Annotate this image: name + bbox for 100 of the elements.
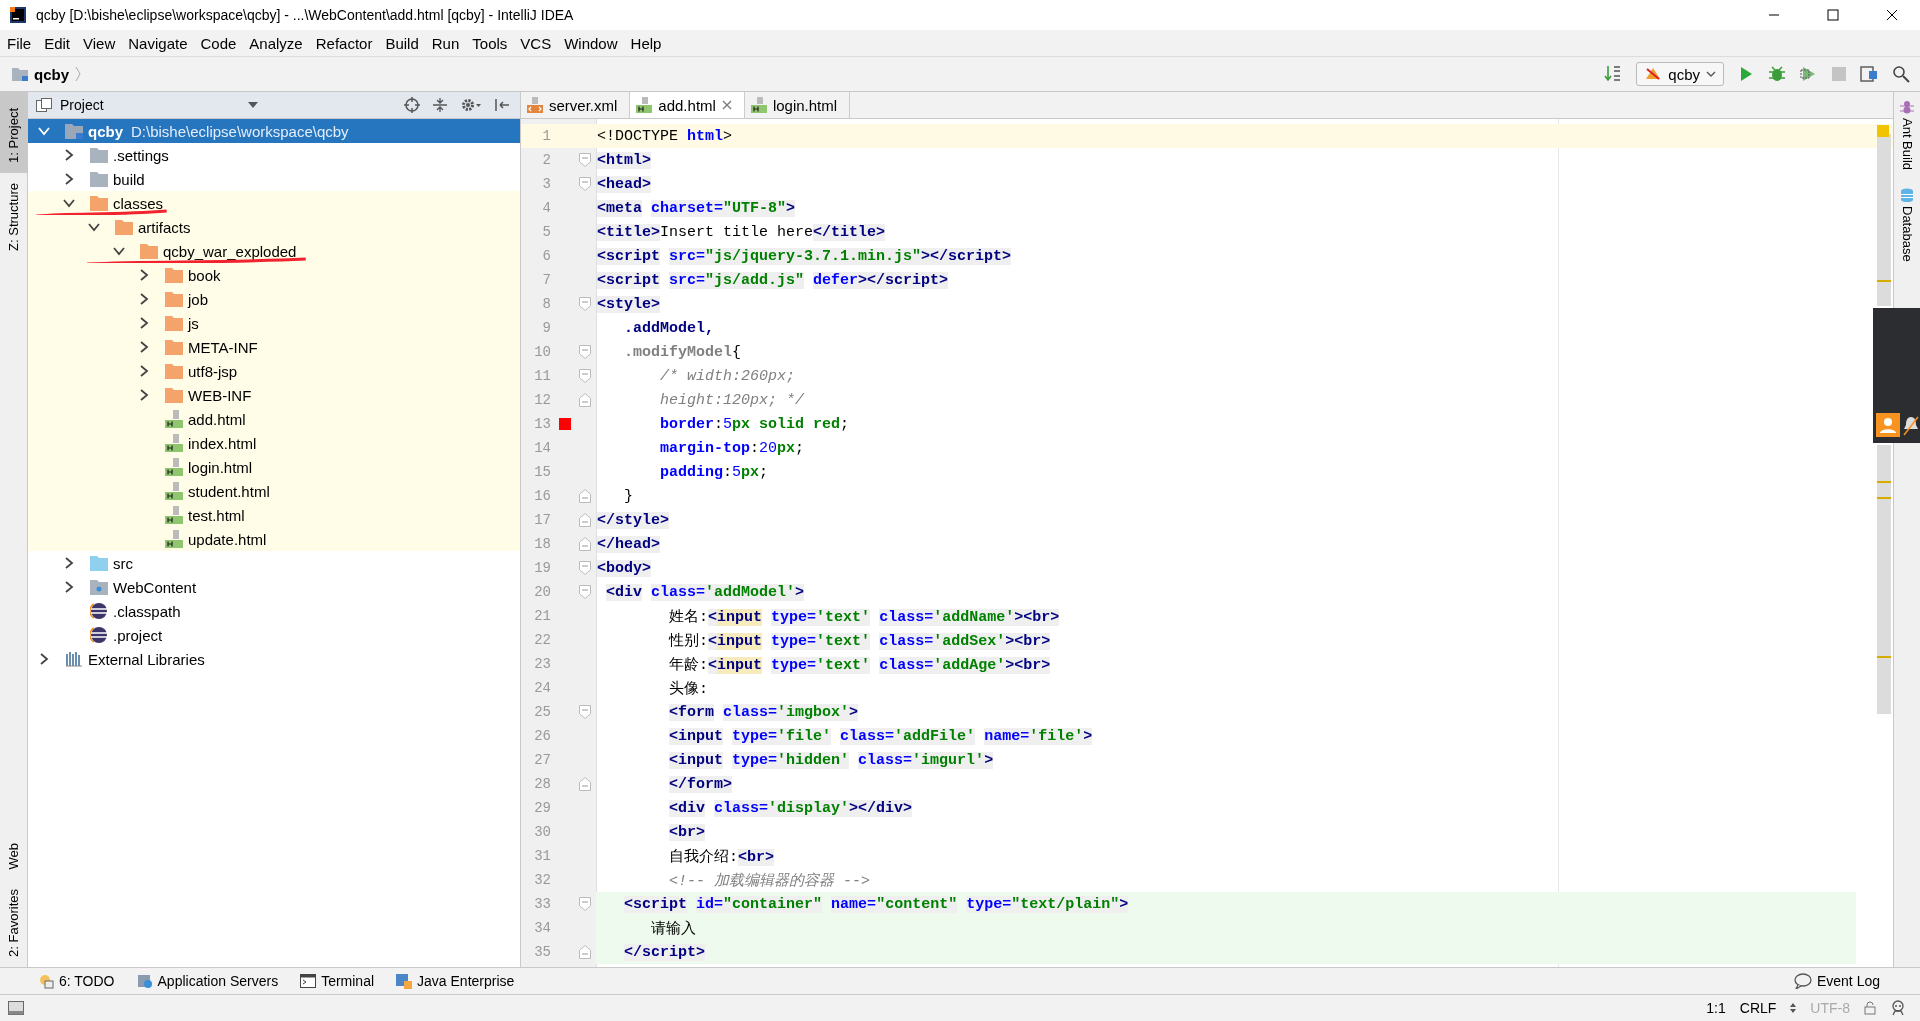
tool-window-tab[interactable]: Web (0, 832, 27, 880)
menu-item[interactable]: VCS (513, 34, 558, 52)
tree-item[interactable]: build (28, 167, 520, 191)
tree-item[interactable]: login.html (28, 455, 520, 479)
tree-item[interactable]: student.html (28, 479, 520, 503)
menu-item[interactable]: Help (623, 34, 668, 52)
chevron-down-icon[interactable] (38, 125, 50, 137)
chevron-right-icon[interactable] (63, 149, 75, 161)
tree-item[interactable]: qcby_war_exploded (28, 239, 520, 263)
fold-marker-icon[interactable] (579, 777, 591, 791)
tree-item[interactable]: classes (28, 191, 520, 215)
tree-item[interactable]: src (28, 551, 520, 575)
fold-marker-icon[interactable] (579, 537, 591, 551)
chevron-right-icon[interactable] (138, 317, 150, 329)
fold-marker-icon[interactable] (579, 393, 591, 407)
fold-marker-icon[interactable] (579, 177, 591, 191)
tree-item[interactable]: .settings (28, 143, 520, 167)
inspector-face-icon[interactable] (1890, 1000, 1906, 1016)
fold-marker-icon[interactable] (579, 297, 591, 311)
fold-marker-icon[interactable] (579, 489, 591, 503)
tree-item[interactable]: js (28, 311, 520, 335)
tree-item[interactable]: META-INF (28, 335, 520, 359)
project-structure-icon[interactable] (1860, 65, 1878, 83)
tool-window-tab[interactable]: Database (1899, 180, 1915, 272)
tool-window-tab[interactable]: Java Enterprise (396, 973, 515, 989)
chevron-down-icon[interactable] (63, 197, 75, 209)
menu-item[interactable]: Refactor (308, 34, 379, 52)
chevron-down-icon[interactable] (113, 245, 125, 257)
chevron-right-icon[interactable] (38, 653, 50, 665)
lock-icon[interactable] (1864, 1001, 1876, 1015)
tree-item[interactable]: External Libraries (28, 647, 520, 671)
dropdown-caret-icon[interactable] (248, 102, 258, 108)
menu-item[interactable]: Tools (465, 34, 514, 52)
chevron-down-icon[interactable] (88, 221, 100, 233)
folder-icon (165, 267, 183, 283)
menu-item[interactable]: Build (378, 34, 425, 52)
chevron-right-icon[interactable] (63, 173, 75, 185)
tool-window-tab[interactable]: Application Servers (136, 973, 279, 989)
close-icon[interactable] (1886, 9, 1898, 21)
menu-item[interactable]: Edit (37, 34, 77, 52)
tree-item[interactable]: test.html (28, 503, 520, 527)
fold-marker-icon[interactable] (579, 513, 591, 527)
tree-item[interactable]: update.html (28, 527, 520, 551)
menu-item[interactable]: Run (424, 34, 466, 52)
tree-item[interactable]: WEB-INF (28, 383, 520, 407)
editor-tab[interactable]: login.html (744, 92, 851, 118)
caret-position[interactable]: 1:1 (1706, 1000, 1726, 1016)
menu-item[interactable]: Window (557, 34, 624, 52)
search-icon[interactable] (1892, 65, 1910, 83)
debug-icon[interactable] (1768, 65, 1786, 83)
menu-item[interactable]: View (76, 34, 122, 52)
chevron-right-icon[interactable] (138, 293, 150, 305)
chevron-right-icon[interactable] (138, 389, 150, 401)
menu-item[interactable]: Analyze (242, 34, 309, 52)
tree-item[interactable]: add.html (28, 407, 520, 431)
breadcrumb-item[interactable]: qcby (34, 65, 69, 83)
fold-marker-icon[interactable] (579, 369, 591, 383)
fold-marker-icon[interactable] (579, 561, 591, 575)
fold-marker-icon[interactable] (579, 945, 591, 959)
tool-window-tab[interactable]: Terminal (300, 973, 375, 989)
line-separator-selector[interactable]: CRLF (1739, 1000, 1777, 1016)
settings-icon[interactable] (460, 97, 482, 113)
chevron-right-icon[interactable] (138, 269, 150, 281)
tree-item[interactable]: .project (28, 623, 520, 647)
tool-window-tab[interactable]: Ant Build (1899, 92, 1915, 181)
run-icon[interactable] (1738, 66, 1754, 82)
scrollbar[interactable] (1877, 134, 1891, 306)
menu-item[interactable]: File (0, 34, 38, 52)
chevron-right-icon[interactable] (63, 581, 75, 593)
tree-item[interactable]: WebContent (28, 575, 520, 599)
tree-item[interactable]: .classpath (28, 599, 520, 623)
tree-item[interactable]: qcby D:\bishe\eclipse\workspace\qcby (28, 119, 520, 143)
tool-window-tab[interactable]: 1: Project (0, 92, 27, 173)
chevron-right-icon[interactable] (138, 365, 150, 377)
tree-item[interactable]: book (28, 263, 520, 287)
tree-item[interactable]: utf8-jsp (28, 359, 520, 383)
run-configuration-dropdown[interactable]: qcby (1636, 62, 1724, 86)
editor-tab[interactable]: add.html (630, 92, 745, 118)
fold-marker-icon[interactable] (579, 585, 591, 599)
maximize-icon[interactable] (1827, 9, 1839, 21)
tree-item[interactable]: artifacts (28, 215, 520, 239)
panel-toggle-icon[interactable] (8, 1000, 24, 1016)
fold-marker-icon[interactable] (579, 153, 591, 167)
menu-item[interactable]: Navigate (121, 34, 194, 52)
fold-marker-icon[interactable] (579, 705, 591, 719)
tool-window-tab[interactable]: Z: Structure (0, 172, 27, 261)
locate-icon[interactable] (404, 97, 420, 113)
collapse-all-icon[interactable] (432, 97, 448, 113)
tree-item[interactable]: job (28, 287, 520, 311)
chevron-right-icon[interactable] (63, 557, 75, 569)
tool-window-tab[interactable]: 6: TODO (38, 973, 115, 989)
hide-panel-icon[interactable] (494, 97, 510, 113)
event-log-button[interactable]: Event Log (1793, 973, 1880, 989)
chevron-right-icon[interactable] (138, 341, 150, 353)
tree-item[interactable]: index.html (28, 431, 520, 455)
menu-item[interactable]: Code (193, 34, 243, 52)
tool-window-tab[interactable]: 2: Favorites (0, 879, 27, 967)
sort-icon[interactable] (1604, 65, 1623, 83)
fold-marker-icon[interactable] (579, 897, 591, 911)
fold-marker-icon[interactable] (579, 345, 591, 359)
